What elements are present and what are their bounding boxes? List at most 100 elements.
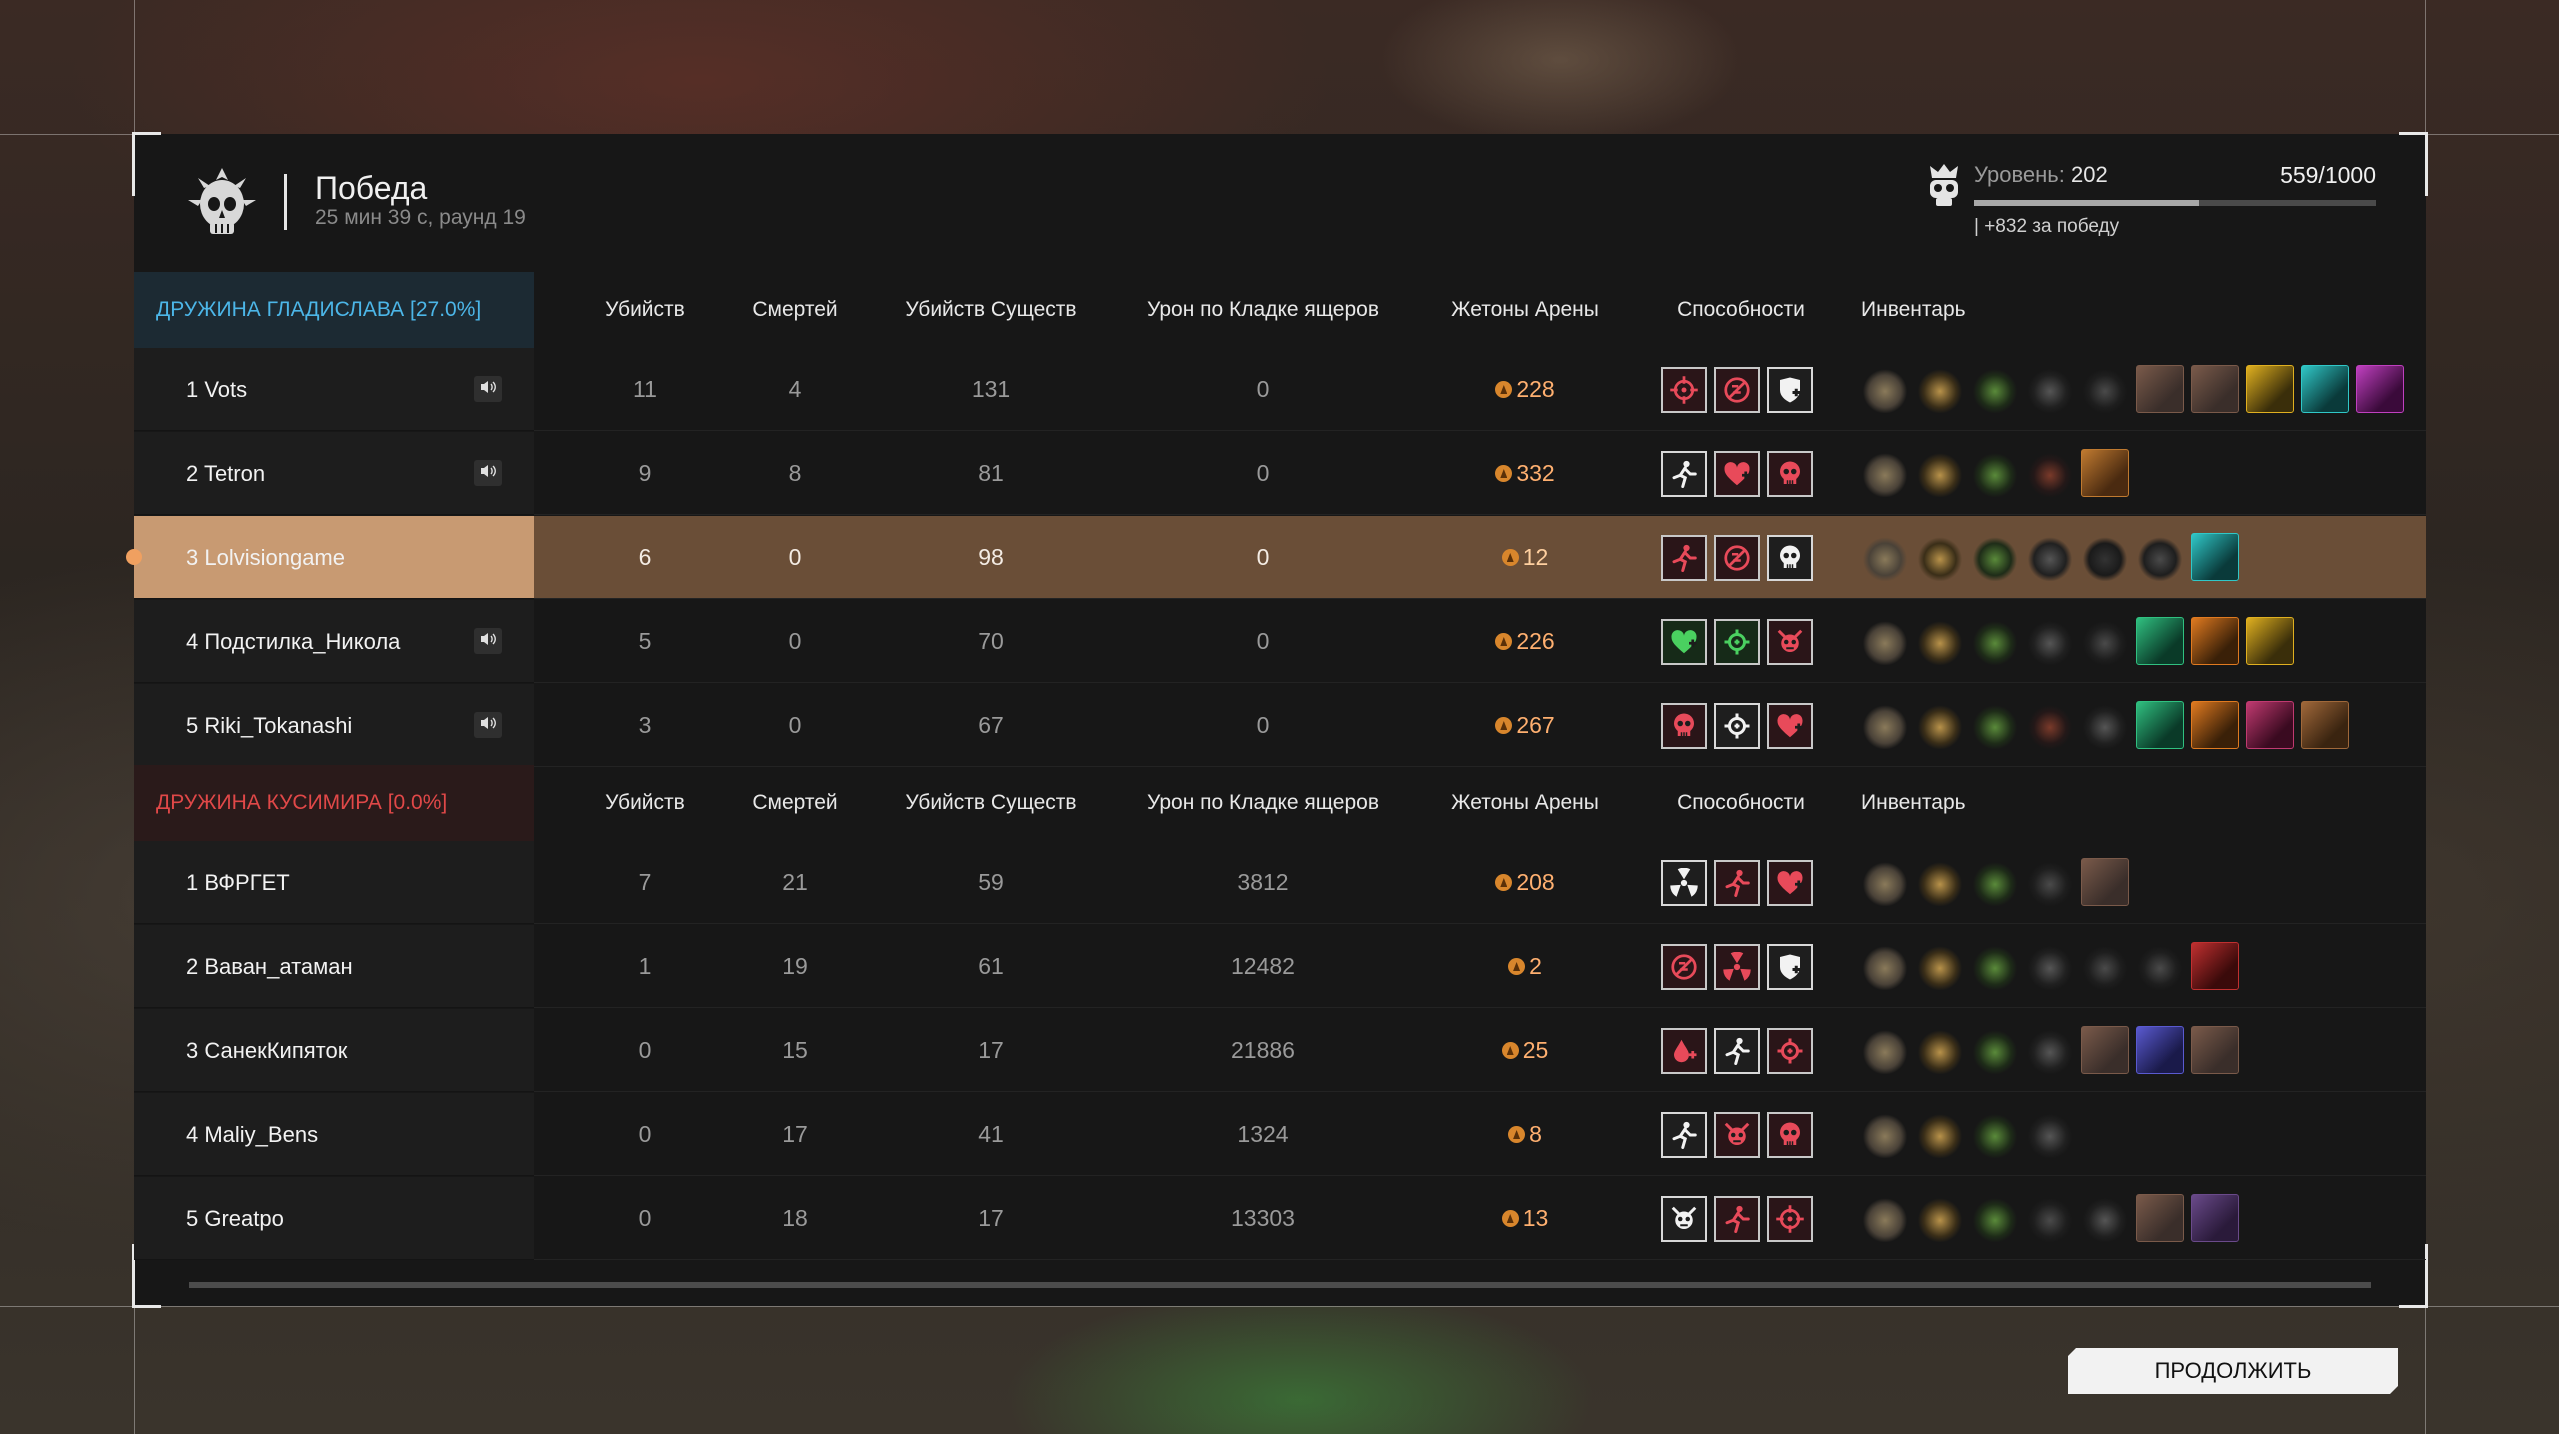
inventory-pistol-icon[interactable] — [2081, 533, 2129, 581]
ability-slot[interactable] — [1767, 1196, 1813, 1242]
inventory-rifle-icon[interactable] — [2026, 617, 2074, 665]
inventory-tome-gold-icon[interactable] — [2246, 617, 2294, 665]
inventory-chest-pink-icon[interactable] — [2246, 701, 2294, 749]
ability-slot[interactable] — [1714, 451, 1760, 497]
inventory-tome-gold-icon[interactable] — [2246, 365, 2294, 413]
inventory-ammo-icon[interactable] — [1916, 449, 1964, 497]
inventory-knife-icon[interactable] — [2026, 1194, 2074, 1242]
inventory-rifle-icon[interactable] — [2081, 701, 2129, 749]
inventory-rifle-icon[interactable] — [2026, 1026, 2074, 1074]
ability-slot[interactable] — [1714, 535, 1760, 581]
inventory-spear-icon[interactable] — [2026, 449, 2074, 497]
inventory-knife-icon[interactable] — [2081, 942, 2129, 990]
inventory-portrait-icon[interactable] — [2136, 1194, 2184, 1242]
inventory-case-brown-icon[interactable] — [2301, 701, 2349, 749]
inventory-grenade-icon[interactable] — [1971, 1110, 2019, 1158]
inventory-armor-icon[interactable] — [1861, 1194, 1909, 1242]
inventory-armor-icon[interactable] — [1861, 1026, 1909, 1074]
inventory-claws-orange-icon[interactable] — [2191, 617, 2239, 665]
ability-slot[interactable] — [1714, 1112, 1760, 1158]
inventory-blade-blue-icon[interactable] — [2136, 1026, 2184, 1074]
inventory-ammo-icon[interactable] — [1916, 533, 1964, 581]
inventory-armor-icon[interactable] — [1861, 533, 1909, 581]
player-row[interactable]: 1 Vots 11 4 131 0 228 — [134, 348, 2426, 431]
inventory-blade-purple-icon[interactable] — [2191, 1194, 2239, 1242]
inventory-hat-purple-icon[interactable] — [2356, 365, 2404, 413]
inventory-ammo-icon[interactable] — [1916, 365, 1964, 413]
ability-slot[interactable] — [1767, 944, 1813, 990]
inventory-rifle-icon[interactable] — [2081, 1194, 2129, 1242]
inventory-spear-icon[interactable] — [2026, 701, 2074, 749]
inventory-rifle-icon[interactable] — [2026, 1110, 2074, 1158]
ability-slot[interactable] — [1714, 367, 1760, 413]
ability-slot[interactable] — [1661, 367, 1707, 413]
inventory-ammo-icon[interactable] — [1916, 701, 1964, 749]
player-row[interactable]: 2 Tetron 9 8 81 0 332 — [134, 432, 2426, 515]
inventory-ammo-icon[interactable] — [1916, 1110, 1964, 1158]
inventory-blade-teal-icon[interactable] — [2191, 533, 2239, 581]
inventory-rifle-icon[interactable] — [2026, 942, 2074, 990]
inventory-grenade-icon[interactable] — [1971, 1194, 2019, 1242]
inventory-portrait-icon[interactable] — [2081, 1026, 2129, 1074]
ability-slot[interactable] — [1714, 860, 1760, 906]
player-row[interactable]: 4 Подстилка_Никола 5 0 70 0 226 — [134, 600, 2426, 683]
inventory-grenade-icon[interactable] — [1971, 701, 2019, 749]
inventory-whip-green-icon[interactable] — [2136, 617, 2184, 665]
ability-slot[interactable] — [1714, 944, 1760, 990]
inventory-ammo-icon[interactable] — [1916, 1194, 1964, 1242]
mute-player-button[interactable] — [474, 628, 502, 654]
inventory-blade-red-icon[interactable] — [2191, 942, 2239, 990]
inventory-ammo-icon[interactable] — [1916, 617, 1964, 665]
inventory-knife-icon[interactable] — [2081, 365, 2129, 413]
player-row[interactable]: 5 Greatpo 0 18 17 13303 13 — [134, 1177, 2426, 1260]
inventory-grenade-icon[interactable] — [1971, 365, 2019, 413]
inventory-portrait-icon[interactable] — [2081, 858, 2129, 906]
inventory-grenade-icon[interactable] — [1971, 858, 2019, 906]
ability-slot[interactable] — [1714, 1028, 1760, 1074]
ability-slot[interactable] — [1661, 703, 1707, 749]
inventory-ammo-icon[interactable] — [1916, 858, 1964, 906]
inventory-claws-orange-icon[interactable] — [2191, 701, 2239, 749]
ability-slot[interactable] — [1661, 1112, 1707, 1158]
ability-slot[interactable] — [1661, 451, 1707, 497]
inventory-rifle-icon[interactable] — [2026, 365, 2074, 413]
inventory-grenade-icon[interactable] — [1971, 449, 2019, 497]
player-row[interactable]: 2 Ваван_атаман 1 19 61 12482 2 — [134, 925, 2426, 1008]
inventory-rifle-icon[interactable] — [2026, 533, 2074, 581]
inventory-grenade-icon[interactable] — [1971, 942, 2019, 990]
ability-slot[interactable] — [1661, 1028, 1707, 1074]
mute-player-button[interactable] — [474, 460, 502, 486]
ability-slot[interactable] — [1661, 944, 1707, 990]
inventory-armor-icon[interactable] — [1861, 1110, 1909, 1158]
inventory-armor-icon[interactable] — [1861, 617, 1909, 665]
inventory-whip-green-icon[interactable] — [2136, 701, 2184, 749]
inventory-portrait-icon[interactable] — [2136, 365, 2184, 413]
inventory-blade-teal-icon[interactable] — [2301, 365, 2349, 413]
scrollbar-thumb[interactable] — [189, 1282, 2371, 1288]
inventory-grenade-icon[interactable] — [1971, 533, 2019, 581]
inventory-knife-icon[interactable] — [2081, 617, 2129, 665]
ability-slot[interactable] — [1767, 451, 1813, 497]
ability-slot[interactable] — [1714, 619, 1760, 665]
inventory-portrait-icon[interactable] — [2191, 1026, 2239, 1074]
ability-slot[interactable] — [1767, 367, 1813, 413]
inventory-armor-icon[interactable] — [1861, 449, 1909, 497]
inventory-armor-icon[interactable] — [1861, 701, 1909, 749]
inventory-grenade-icon[interactable] — [1971, 1026, 2019, 1074]
inventory-ammo-icon[interactable] — [1916, 942, 1964, 990]
player-row[interactable]: 3 СанекКипяток 0 15 17 21886 25 — [134, 1009, 2426, 1092]
player-row[interactable]: 3 Lolvisiongame 6 0 98 0 12 — [126, 516, 2426, 599]
ability-slot[interactable] — [1767, 1112, 1813, 1158]
mute-player-button[interactable] — [474, 712, 502, 738]
ability-slot[interactable] — [1767, 1028, 1813, 1074]
ability-slot[interactable] — [1661, 535, 1707, 581]
ability-slot[interactable] — [1714, 703, 1760, 749]
continue-button[interactable]: ПРОДОЛЖИТЬ — [2068, 1348, 2398, 1394]
mute-player-button[interactable] — [474, 376, 502, 402]
ability-slot[interactable] — [1661, 1196, 1707, 1242]
ability-slot[interactable] — [1661, 860, 1707, 906]
inventory-grenade-icon[interactable] — [1971, 617, 2019, 665]
ability-slot[interactable] — [1767, 535, 1813, 581]
player-row[interactable]: 1 ВФРГЕТ 7 21 59 3812 208 — [134, 841, 2426, 924]
player-row[interactable]: 5 Riki_Tokanashi 3 0 67 0 267 — [134, 684, 2426, 767]
